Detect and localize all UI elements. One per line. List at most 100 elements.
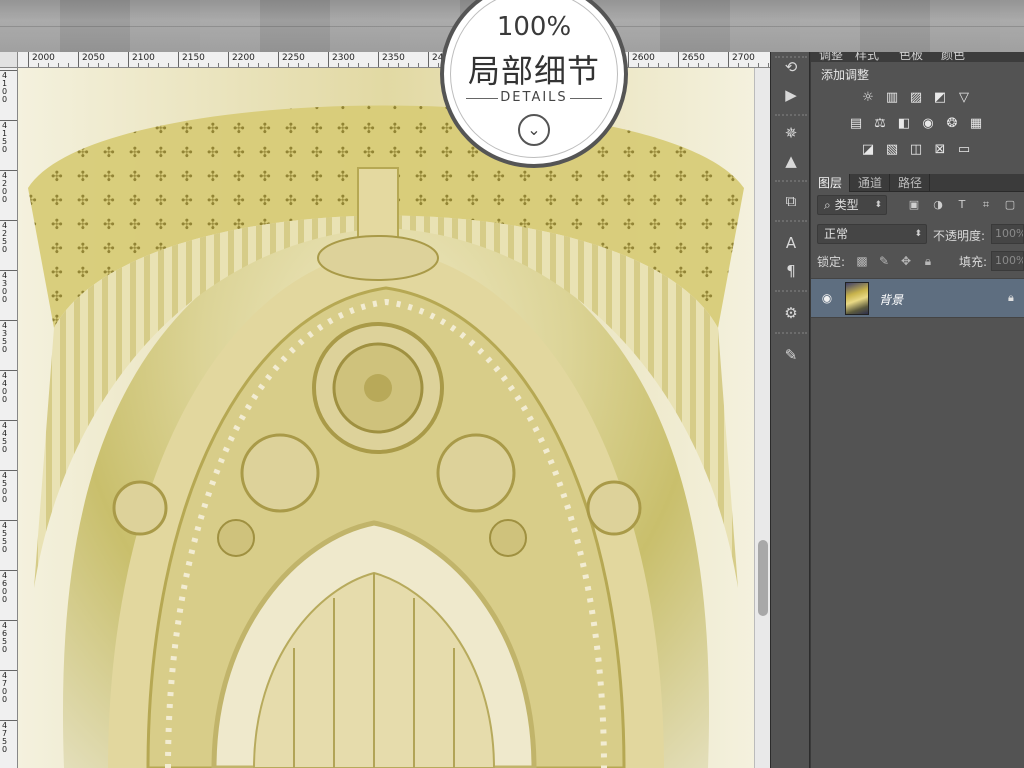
ruler-tick: 2400	[428, 52, 455, 67]
ruler-tick: 2200	[228, 52, 255, 67]
tab-adjustments[interactable]: 调整	[819, 52, 843, 62]
filter-type-icon[interactable]: T	[955, 198, 969, 212]
ruler-minor-tick	[158, 63, 159, 67]
posterize-icon[interactable]: ▧	[883, 142, 901, 158]
ruler-tick: 4300	[0, 270, 17, 304]
ruler-minor-tick	[248, 63, 249, 67]
blend-mode-value: 正常	[824, 227, 849, 241]
lock-position-icon[interactable]: ✥	[899, 254, 913, 268]
photo-filter-icon[interactable]: ◉	[919, 116, 937, 132]
tab-styles[interactable]: 样式	[855, 52, 879, 62]
panel-dock-strip: ⟲ ▶ ✵ ▲ ⧉ A ¶ ⚙ ✎	[770, 52, 810, 768]
ruler-tick-label: 2000	[32, 53, 55, 63]
chevron-updown-icon: ⬍	[914, 229, 922, 239]
lock-transparency-icon[interactable]: ▩	[855, 254, 869, 268]
ruler-minor-tick	[348, 63, 349, 67]
ruler-tick: 4750	[0, 720, 17, 754]
filter-adjustment-icon[interactable]: ◑	[931, 198, 945, 212]
blend-mode-select[interactable]: 正常 ⬍	[817, 224, 927, 244]
filter-smart-object-icon[interactable]: ▢	[1003, 198, 1017, 212]
ruler-minor-tick	[188, 63, 189, 67]
exposure-icon[interactable]: ◩	[931, 90, 949, 106]
horizontal-ruler: 2000205021002150220022502300235024002450…	[18, 52, 770, 68]
badge-title: 局部细节	[467, 52, 600, 90]
brush-presets-icon[interactable]: ✎	[779, 344, 803, 366]
vibrance-icon[interactable]: ▽	[955, 90, 973, 106]
tab-channels[interactable]: 通道	[851, 174, 891, 192]
layer-thumbnail	[845, 282, 869, 315]
character-icon[interactable]: A	[779, 232, 803, 254]
tab-layers[interactable]: 图层	[811, 174, 851, 192]
badge-percent: 100%	[496, 12, 572, 42]
ruler-tick: 4450	[0, 420, 17, 454]
ruler-tick: 4500	[0, 470, 17, 504]
app-root: { "badge": { "percent": "100%", "title":…	[0, 0, 1024, 768]
threshold-icon[interactable]: ◫	[907, 142, 925, 158]
color-balance-icon[interactable]: ⚖	[871, 116, 889, 132]
fill-field[interactable]: 100%	[991, 251, 1024, 271]
curves-icon[interactable]: ▨	[907, 90, 925, 106]
paragraph-icon[interactable]: ¶	[779, 260, 803, 282]
canvas-artwork: ✣	[18, 68, 754, 768]
black-white-icon[interactable]: ◧	[895, 116, 913, 132]
selective-color-icon[interactable]: ⊠	[931, 142, 949, 158]
layer-filter-label: 类型	[834, 198, 859, 212]
adjustment-row-3: ◪ ▧ ◫ ⊠ ▭	[811, 142, 1024, 162]
gradient-map-icon[interactable]: ▭	[955, 142, 973, 158]
layer-filter-select[interactable]: ⌕ 类型 ⬍	[817, 195, 887, 215]
actions-play-icon[interactable]: ▶	[779, 84, 803, 106]
adjustments-tab-bar: 调整 样式 色板 颜色	[811, 52, 1024, 62]
eye-icon[interactable]: ◉	[819, 291, 835, 305]
ruler-minor-tick	[708, 63, 709, 67]
layer-name: 背景	[879, 293, 904, 307]
vertical-ruler: 4100 4150 4200 4250 4300 4350 4400 4450 4500 4550…	[0, 68, 18, 768]
ruler-tick: 4350	[0, 320, 17, 354]
invert-icon[interactable]: ◪	[859, 142, 877, 158]
dock-group-divider	[775, 114, 807, 116]
ruler-tick-label: 4600	[2, 571, 8, 604]
adjustment-row-2: ▤ ⚖ ◧ ◉ ❂ ▦	[811, 116, 1024, 136]
tab-swatches[interactable]: 色板	[899, 52, 923, 62]
hue-saturation-icon[interactable]: ▤	[847, 116, 865, 132]
lock-image-icon[interactable]: ✎	[877, 254, 891, 268]
ruler-tick-label: 2200	[232, 53, 255, 63]
opacity-label: 不透明度:	[933, 229, 986, 243]
levels-icon[interactable]: ▥	[883, 90, 901, 106]
filter-shape-icon[interactable]: ⌗	[979, 198, 993, 212]
brightness-icon[interactable]: ☼	[859, 90, 877, 106]
ruler-tick: 2350	[378, 52, 405, 67]
document-canvas[interactable]: ✣	[18, 68, 754, 768]
ruler-tick-label: 4350	[2, 321, 8, 354]
ruler-tick: 4400	[0, 370, 17, 404]
tab-color[interactable]: 颜色	[941, 52, 965, 62]
scrollbar-thumb[interactable]	[758, 540, 768, 616]
tool-presets-icon[interactable]: ⚙	[779, 302, 803, 324]
color-lookup-icon[interactable]: ▦	[967, 116, 985, 132]
ruler-tick-label: 2050	[82, 53, 105, 63]
history-icon[interactable]: ⟲	[779, 56, 803, 78]
opacity-field[interactable]: 100%	[991, 224, 1024, 244]
ruler-minor-tick	[638, 63, 639, 67]
lock-all-icon[interactable]: 🔒︎	[921, 254, 935, 268]
canvas-vertical-scrollbar[interactable]	[754, 68, 770, 768]
layer-row-background[interactable]: ◉ 背景 🔒︎	[811, 278, 1024, 318]
ruler-minor-tick	[68, 63, 69, 67]
histogram-icon[interactable]: ▲	[779, 150, 803, 172]
ruler-minor-tick	[308, 63, 309, 67]
ruler-minor-tick	[768, 63, 769, 67]
ruler-tick: 2050	[78, 52, 105, 67]
navigator-icon[interactable]: ✵	[779, 122, 803, 144]
ruler-tick-label: 2600	[632, 53, 655, 63]
ruler-tick-label: 4150	[2, 121, 8, 154]
ruler-minor-tick	[758, 63, 759, 67]
ruler-minor-tick	[748, 63, 749, 67]
tab-paths[interactable]: 路径	[891, 174, 931, 192]
channel-mixer-icon[interactable]: ❂	[943, 116, 961, 132]
filter-pixel-icon[interactable]: ▣	[907, 198, 921, 212]
ruler-minor-tick	[398, 63, 399, 67]
fill-label: 填充:	[959, 255, 988, 269]
info-3d-icon[interactable]: ⧉	[779, 190, 803, 212]
ruler-minor-tick	[298, 63, 299, 67]
adjustments-title: 添加调整	[821, 68, 870, 82]
ruler-minor-tick	[138, 63, 139, 67]
